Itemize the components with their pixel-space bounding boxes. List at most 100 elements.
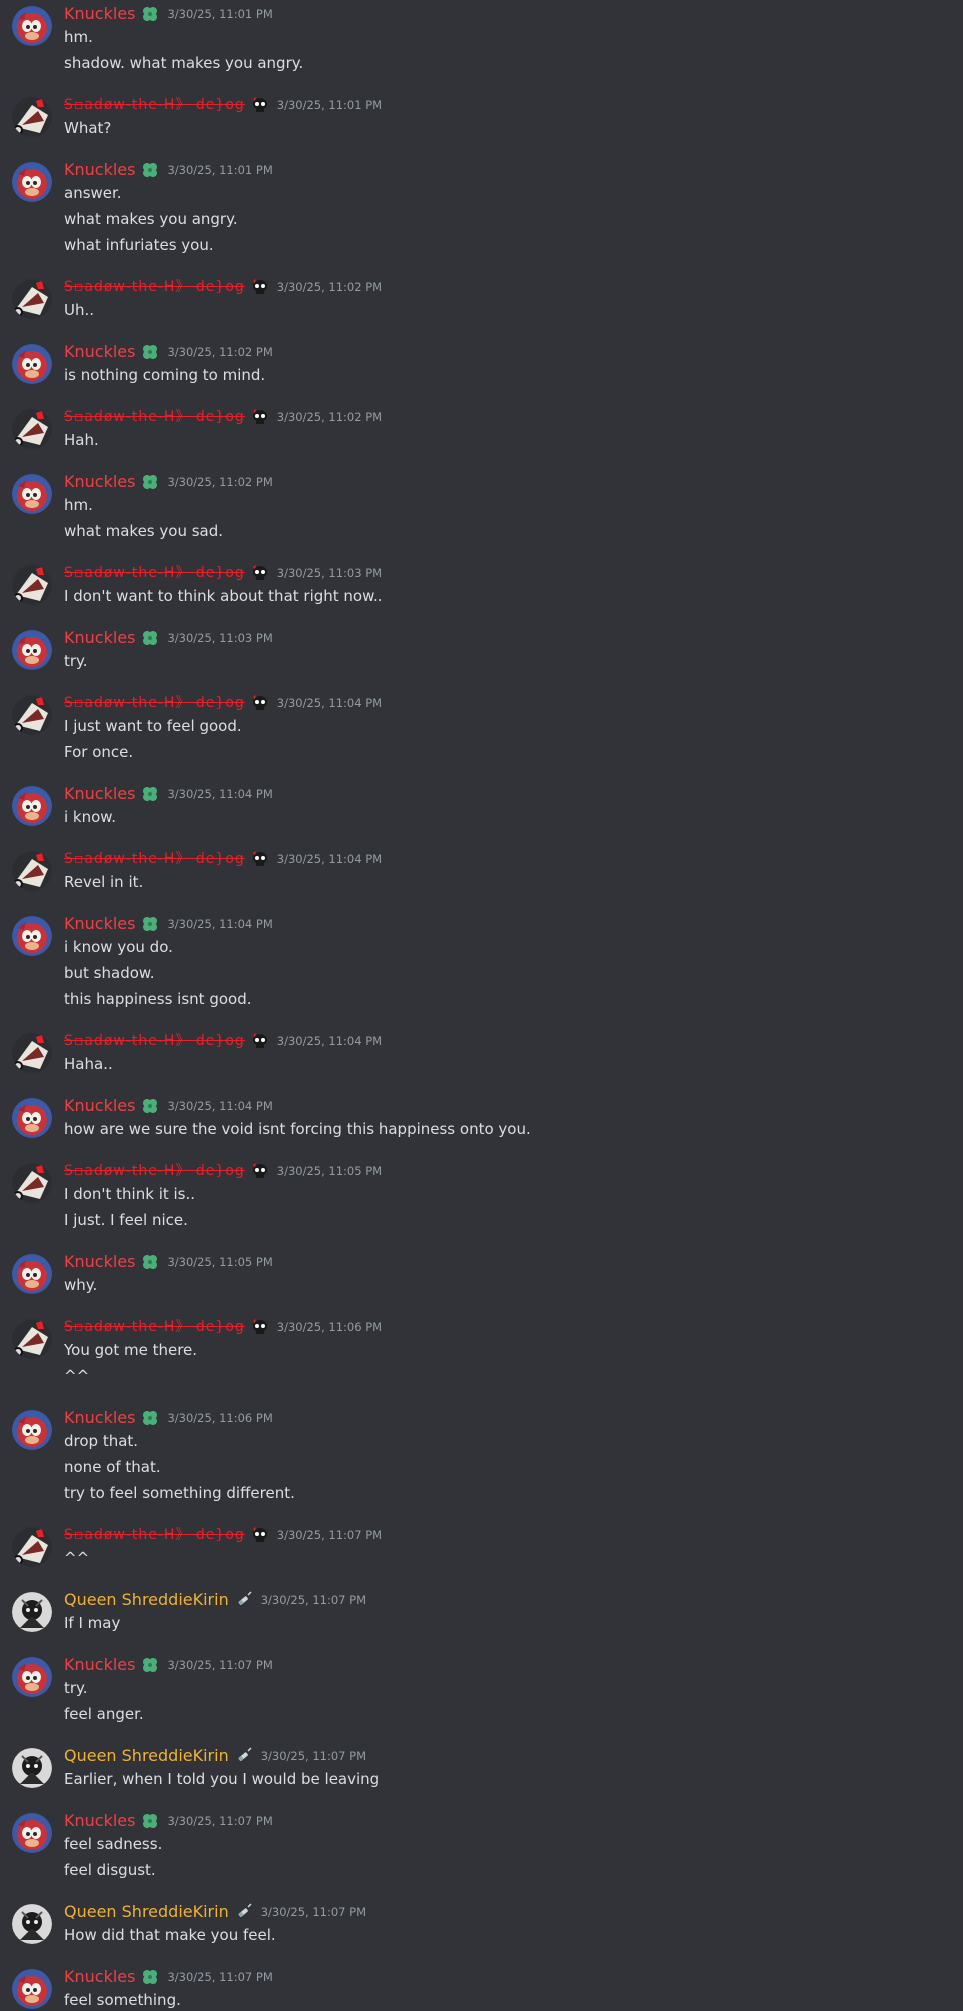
timestamp[interactable]: 3/30/25, 11:02 PM [277, 410, 382, 424]
syringe-icon[interactable] [235, 1591, 253, 1609]
avatar[interactable] [12, 344, 52, 384]
clover-icon[interactable] [141, 629, 159, 647]
avatar[interactable] [12, 97, 52, 137]
avatar[interactable] [12, 1969, 52, 2009]
skull-icon[interactable] [251, 278, 269, 296]
timestamp[interactable]: 3/30/25, 11:03 PM [277, 566, 382, 580]
timestamp[interactable]: 3/30/25, 11:04 PM [167, 917, 272, 931]
syringe-icon[interactable] [235, 1747, 253, 1765]
avatar[interactable] [12, 1813, 52, 1853]
avatar[interactable] [12, 1592, 52, 1632]
username[interactable]: Queen ShreddieKirin [64, 1588, 229, 1612]
avatar[interactable] [12, 1098, 52, 1138]
clover-icon[interactable] [141, 915, 159, 933]
timestamp[interactable]: 3/30/25, 11:04 PM [277, 696, 382, 710]
avatar[interactable] [12, 851, 52, 891]
avatar[interactable] [12, 474, 52, 514]
username[interactable]: Knuckles [64, 1250, 135, 1274]
avatar[interactable] [12, 1904, 52, 1944]
clover-icon[interactable] [141, 1968, 159, 1986]
timestamp[interactable]: 3/30/25, 11:01 PM [167, 7, 272, 21]
timestamp[interactable]: 3/30/25, 11:02 PM [167, 345, 272, 359]
timestamp[interactable]: 3/30/25, 11:07 PM [261, 1593, 366, 1607]
username[interactable]: S▫adøw-the-H》 de}og [64, 1315, 245, 1339]
timestamp[interactable]: 3/30/25, 11:05 PM [167, 1255, 272, 1269]
avatar[interactable] [12, 1163, 52, 1203]
username[interactable]: Knuckles [64, 470, 135, 494]
timestamp[interactable]: 3/30/25, 11:07 PM [277, 1528, 382, 1542]
username[interactable]: Knuckles [64, 2, 135, 26]
timestamp[interactable]: 3/30/25, 11:07 PM [167, 1970, 272, 1984]
timestamp[interactable]: 3/30/25, 11:07 PM [261, 1749, 366, 1763]
clover-icon[interactable] [141, 161, 159, 179]
clover-icon[interactable] [141, 473, 159, 491]
timestamp[interactable]: 3/30/25, 11:06 PM [277, 1320, 382, 1334]
syringe-icon[interactable] [235, 1903, 253, 1921]
username[interactable]: S▫adøw-the-H》 de}og [64, 1029, 245, 1053]
avatar[interactable] [12, 1527, 52, 1567]
avatar[interactable] [12, 409, 52, 449]
timestamp[interactable]: 3/30/25, 11:04 PM [167, 787, 272, 801]
timestamp[interactable]: 3/30/25, 11:01 PM [167, 163, 272, 177]
avatar[interactable] [12, 695, 52, 735]
skull-icon[interactable] [251, 1526, 269, 1544]
timestamp[interactable]: 3/30/25, 11:04 PM [277, 1034, 382, 1048]
username[interactable]: S▫adøw-the-H》 de}og [64, 847, 245, 871]
skull-icon[interactable] [251, 1318, 269, 1336]
username[interactable]: Knuckles [64, 626, 135, 650]
timestamp[interactable]: 3/30/25, 11:02 PM [277, 280, 382, 294]
timestamp[interactable]: 3/30/25, 11:04 PM [167, 1099, 272, 1113]
clover-icon[interactable] [141, 1656, 159, 1674]
skull-icon[interactable] [251, 850, 269, 868]
avatar[interactable] [12, 1748, 52, 1788]
username[interactable]: S▫adøw-the-H》 de}og [64, 275, 245, 299]
timestamp[interactable]: 3/30/25, 11:03 PM [167, 631, 272, 645]
clover-icon[interactable] [141, 1409, 159, 1427]
username[interactable]: S▫adøw-the-H》 de}og [64, 691, 245, 715]
clover-icon[interactable] [141, 1097, 159, 1115]
avatar[interactable] [12, 6, 52, 46]
avatar[interactable] [12, 162, 52, 202]
username[interactable]: Knuckles [64, 1094, 135, 1118]
username[interactable]: Knuckles [64, 1653, 135, 1677]
username[interactable]: S▫adøw-the-H》 de}og [64, 561, 245, 585]
timestamp[interactable]: 3/30/25, 11:01 PM [277, 98, 382, 112]
skull-icon[interactable] [251, 694, 269, 712]
skull-icon[interactable] [251, 564, 269, 582]
username[interactable]: Knuckles [64, 158, 135, 182]
username[interactable]: S▫adøw-the-H》 de}og [64, 1523, 245, 1547]
skull-icon[interactable] [251, 96, 269, 114]
avatar[interactable] [12, 786, 52, 826]
username[interactable]: Knuckles [64, 1809, 135, 1833]
avatar[interactable] [12, 1410, 52, 1450]
clover-icon[interactable] [141, 785, 159, 803]
avatar[interactable] [12, 1657, 52, 1697]
timestamp[interactable]: 3/30/25, 11:07 PM [167, 1814, 272, 1828]
clover-icon[interactable] [141, 5, 159, 23]
timestamp[interactable]: 3/30/25, 11:05 PM [277, 1164, 382, 1178]
skull-icon[interactable] [251, 1032, 269, 1050]
avatar[interactable] [12, 279, 52, 319]
timestamp[interactable]: 3/30/25, 11:07 PM [167, 1658, 272, 1672]
avatar[interactable] [12, 630, 52, 670]
skull-icon[interactable] [251, 1162, 269, 1180]
avatar[interactable] [12, 565, 52, 605]
username[interactable]: Knuckles [64, 340, 135, 364]
username[interactable]: Queen ShreddieKirin [64, 1900, 229, 1924]
username[interactable]: S▫adøw-the-H》 de}og [64, 405, 245, 429]
skull-icon[interactable] [251, 408, 269, 426]
clover-icon[interactable] [141, 1812, 159, 1830]
avatar[interactable] [12, 1319, 52, 1359]
clover-icon[interactable] [141, 343, 159, 361]
username[interactable]: Knuckles [64, 782, 135, 806]
avatar[interactable] [12, 1254, 52, 1294]
username[interactable]: S▫adøw-the-H》 de}og [64, 93, 245, 117]
timestamp[interactable]: 3/30/25, 11:04 PM [277, 852, 382, 866]
avatar[interactable] [12, 1033, 52, 1073]
timestamp[interactable]: 3/30/25, 11:07 PM [261, 1905, 366, 1919]
username[interactable]: S▫adøw-the-H》 de}og [64, 1159, 245, 1183]
username[interactable]: Knuckles [64, 912, 135, 936]
timestamp[interactable]: 3/30/25, 11:06 PM [167, 1411, 272, 1425]
avatar[interactable] [12, 916, 52, 956]
username[interactable]: Queen ShreddieKirin [64, 1744, 229, 1768]
